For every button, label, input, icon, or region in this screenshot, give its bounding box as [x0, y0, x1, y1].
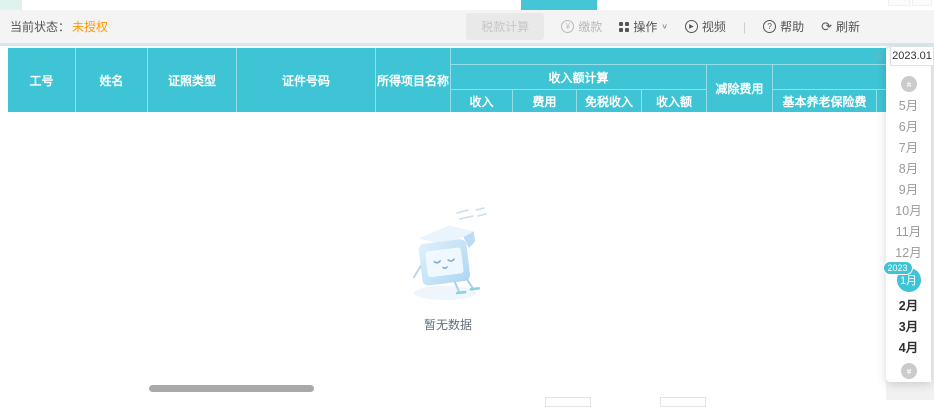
header-spacer-row [451, 48, 934, 65]
left-tab-fragment [0, 0, 22, 10]
month-item-9[interactable]: 9月 [899, 184, 918, 197]
double-chevron-down-icon: « [903, 368, 914, 374]
video-label: 视频 [701, 20, 726, 34]
month-list: « 5月 6月 7月 8月 9月 10月 11月 12月 1月 2023 2月 … [882, 76, 931, 379]
horizontal-scrollbar-thumb[interactable] [149, 385, 314, 392]
no-data-illustration [412, 207, 487, 300]
status-value: 未授权 [72, 20, 109, 34]
tax-calc-button[interactable]: 税款计算 [466, 13, 545, 40]
col-header-employee-id: 工号 [8, 48, 76, 112]
month-panel: « 5月 6月 7月 8月 9月 10月 11月 12月 1月 2023 2月 … [882, 48, 931, 382]
refresh-button[interactable]: ⟳ 刷新 [821, 18, 860, 35]
refresh-icon: ⟳ [821, 19, 832, 34]
pay-button[interactable]: ¥ 缴款 [561, 18, 602, 35]
scroll-up-button[interactable]: « [900, 76, 917, 92]
help-button[interactable]: ? 帮助 [763, 18, 804, 35]
chevron-down-icon: ∨ [661, 22, 668, 31]
month-item-4[interactable]: 4月 [899, 342, 918, 355]
group-header-income-calc: 收入额计算 [451, 65, 707, 90]
operate-label: 操作 [633, 20, 658, 34]
top-strip [0, 0, 934, 10]
active-tab-fragment [521, 0, 597, 10]
month-item-5[interactable]: 5月 [899, 100, 918, 113]
col-header-taxfree-income: 免税收入 [577, 90, 642, 112]
yen-circle-icon: ¥ [561, 20, 575, 33]
col-header-pension-insurance: 基本养老保险费 [773, 90, 877, 112]
partial-button[interactable] [660, 397, 706, 407]
separator: | [742, 19, 747, 34]
month-item-6[interactable]: 6月 [899, 121, 918, 134]
month-item-3[interactable]: 3月 [899, 321, 918, 334]
month-item-8[interactable]: 8月 [899, 163, 918, 176]
pay-label: 缴款 [578, 20, 603, 34]
month-item-12[interactable]: 12月 [895, 247, 921, 260]
refresh-label: 刷新 [835, 20, 860, 34]
window-control-fragment [912, 0, 932, 6]
toolbar-actions: 税款计算 ¥ 缴款 操作 ∨ ▶ 视频 | ? 帮助 ⟳ 刷新 [466, 13, 860, 40]
col-header-name: 姓名 [76, 48, 148, 112]
double-chevron-up-icon: « [903, 81, 914, 87]
help-label: 帮助 [780, 20, 805, 34]
col-header-cert-number: 证件号码 [237, 48, 376, 112]
partial-button[interactable] [545, 397, 591, 407]
col-header-income-item: 所得项目名称 [376, 48, 451, 112]
accent-divider [0, 43, 934, 46]
month-item-7[interactable]: 7月 [899, 142, 918, 155]
video-button[interactable]: ▶ 视频 [684, 18, 726, 35]
collapse-panel-icon[interactable]: » [876, 49, 883, 63]
empty-state-text: 暂无数据 [423, 318, 472, 332]
period-selector[interactable]: 2023.01 [890, 46, 934, 66]
col-header-fee: 费用 [513, 90, 577, 112]
table-header: 工号 姓名 证照类型 证件号码 所得项目名称 收入额计算 减除费用 收入 费用 … [8, 48, 934, 112]
col-header-income-amount: 收入额 [642, 90, 707, 112]
grid-icon [619, 21, 630, 32]
month-item-1-selected[interactable]: 1月 2023 [882, 261, 921, 292]
col-header-deduction: 减除费用 [707, 65, 773, 112]
question-circle-icon: ? [763, 20, 777, 33]
col-header-cert-type: 证照类型 [148, 48, 237, 112]
col-header-income: 收入 [451, 90, 513, 112]
window-control-fragment [888, 0, 910, 6]
operate-menu-button[interactable]: 操作 ∨ [619, 18, 668, 35]
status-bar: 当前状态： 未授权 [10, 18, 108, 35]
year-badge: 2023 [882, 261, 913, 275]
toolbar: 当前状态： 未授权 税款计算 ¥ 缴款 操作 ∨ ▶ 视频 | ? 帮助 ⟳ 刷… [0, 10, 934, 43]
main-content: 工号 姓名 证照类型 证件号码 所得项目名称 收入额计算 减除费用 收入 费用 … [0, 46, 934, 407]
month-item-11[interactable]: 11月 [896, 226, 921, 239]
status-label: 当前状态： [10, 20, 71, 34]
empty-state: 暂无数据 [400, 201, 496, 333]
month-item-2[interactable]: 2月 [899, 300, 918, 313]
month-item-10[interactable]: 10月 [895, 205, 921, 218]
scroll-down-button[interactable]: « [900, 363, 917, 379]
play-circle-icon: ▶ [684, 20, 698, 33]
